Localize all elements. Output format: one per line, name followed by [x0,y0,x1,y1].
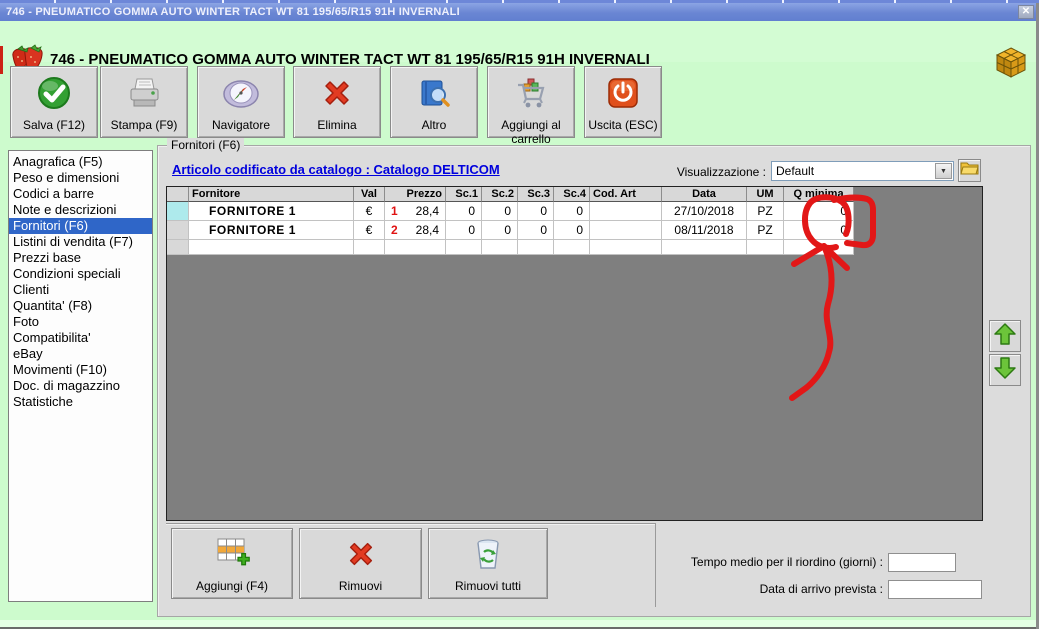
view-select[interactable]: Default ▼ [771,161,954,181]
package-icon [994,46,1028,85]
recycle-bin-icon [471,529,505,579]
move-down-button[interactable] [989,354,1021,386]
sidebar-item-anagrafica-f5[interactable]: Anagrafica (F5) [9,154,152,170]
more-button[interactable]: Altro [390,66,478,138]
power-icon [606,67,640,118]
sidebar-item-movimenti-f10[interactable]: Movimenti (F10) [9,362,152,378]
catalog-link[interactable]: Articolo codificato da catalogo : Catalo… [172,162,500,177]
col-sc3[interactable]: Sc.3 [518,187,554,202]
reorder-time-label: Tempo medio per il riordino (giorni) : [690,555,883,569]
exit-button[interactable]: Uscita (ESC) [584,66,662,138]
arrow-up-icon [993,322,1017,351]
sidebar-item-statistiche[interactable]: Statistiche [9,394,152,410]
q-minima-cell: 0 [784,221,854,240]
sidebar-item-prezzi-base[interactable]: Prezzi base [9,250,152,266]
col-prezzo[interactable]: Prezzo [385,187,446,202]
reorder-time-input[interactable] [888,553,956,572]
red-x-icon [344,529,378,579]
move-up-button[interactable] [989,320,1021,352]
window-title: 746 - PNEUMATICO GOMMA AUTO WINTER TACT … [6,6,460,18]
window-titlebar: 746 - PNEUMATICO GOMMA AUTO WINTER TACT … [0,3,1039,21]
section-list: Anagrafica (F5) Peso e dimensioni Codici… [8,150,153,602]
arrival-date-input[interactable] [888,580,982,599]
sidebar-item-codici-a-barre[interactable]: Codici a barre [9,186,152,202]
q-minima-cell: 0 [784,202,854,221]
col-data[interactable]: Data [662,187,747,202]
sidebar-item-condizioni-speciali[interactable]: Condizioni speciali [9,266,152,282]
application-window: 746 - PNEUMATICO GOMMA AUTO WINTER TACT … [0,0,1039,629]
sidebar-item-note-e-descrizioni[interactable]: Note e descrizioni [9,202,152,218]
arrival-date-label: Data di arrivo prevista : [759,582,883,596]
arrow-down-icon [993,356,1017,385]
remove-all-button[interactable]: Rimuovi tutti [428,528,548,599]
sidebar-item-quantita-f8[interactable]: Quantita' (F8) [9,298,152,314]
printer-icon [126,67,162,118]
table-row[interactable]: FORNITORE 1 € 1 28,4 0 0 0 0 27/10/2018 P… [167,202,982,221]
delete-button[interactable]: Elimina [293,66,381,138]
price-index: 2 [391,223,398,237]
price-index: 1 [391,204,398,218]
folder-icon [960,160,979,181]
sidebar-item-doc-di-magazzino[interactable]: Doc. di magazzino [9,378,152,394]
remove-supplier-button[interactable]: Rimuovi [299,528,422,599]
col-sc2[interactable]: Sc.2 [482,187,518,202]
add-supplier-button[interactable]: Aggiungi (F4) [171,528,293,599]
add-to-cart-button[interactable]: Aggiungi al carrello [487,66,575,146]
print-button[interactable]: Stampa (F9) [100,66,188,138]
sidebar-item-fornitori-f6[interactable]: Fornitori (F6) [9,218,152,234]
sidebar-item-ebay[interactable]: eBay [9,346,152,362]
col-sc1[interactable]: Sc.1 [446,187,482,202]
open-view-button[interactable] [958,159,981,182]
sidebar-item-peso-e-dimensioni[interactable]: Peso e dimensioni [9,170,152,186]
row-selector[interactable] [167,221,189,240]
record-header: 746 - PNEUMATICO GOMMA AUTO WINTER TACT … [0,21,1039,78]
sidebar-item-compatibilita[interactable]: Compatibilita' [9,330,152,346]
save-check-icon [36,67,72,118]
sidebar-item-listini-di-vendita-f7[interactable]: Listini di vendita (F7) [9,234,152,250]
col-um[interactable]: UM [747,187,784,202]
add-table-icon [212,529,252,579]
edge-decoration [0,46,3,74]
red-x-icon [319,67,355,118]
col-q-minima[interactable]: Q minima [784,187,854,202]
table-row-empty[interactable] [167,240,982,255]
window-bottom-edge [0,620,1039,629]
sidebar-item-clienti[interactable]: Clienti [9,282,152,298]
panel-title: Fornitori (F6) [167,138,245,152]
col-sc4[interactable]: Sc.4 [554,187,590,202]
table-header-row: Fornitore Val Prezzo Sc.1 Sc.2 Sc.3 Sc.4… [167,187,982,202]
view-label: Visualizzazione : [676,165,766,179]
col-cod-art[interactable]: Cod. Art [590,187,662,202]
navigator-button[interactable]: Navigatore [197,66,285,138]
cart-icon [512,67,550,118]
fornitori-panel: Fornitori (F6) Articolo codificato da ca… [157,138,1031,617]
save-button[interactable]: Salva (F12) [10,66,98,138]
table-row[interactable]: FORNITORE 1 € 2 28,4 0 0 0 0 08/11/2018 P… [167,221,982,240]
compass-icon [221,67,261,118]
close-icon[interactable]: ✕ [1018,5,1034,19]
suppliers-table: Fornitore Val Prezzo Sc.1 Sc.2 Sc.3 Sc.4… [166,186,983,521]
chevron-down-icon[interactable]: ▼ [935,163,952,179]
sidebar-item-foto[interactable]: Foto [9,314,152,330]
book-search-icon [416,67,452,118]
view-select-value: Default [776,164,815,178]
row-selector[interactable] [167,202,189,221]
col-val[interactable]: Val [354,187,385,202]
col-fornitore[interactable]: Fornitore [189,187,354,202]
